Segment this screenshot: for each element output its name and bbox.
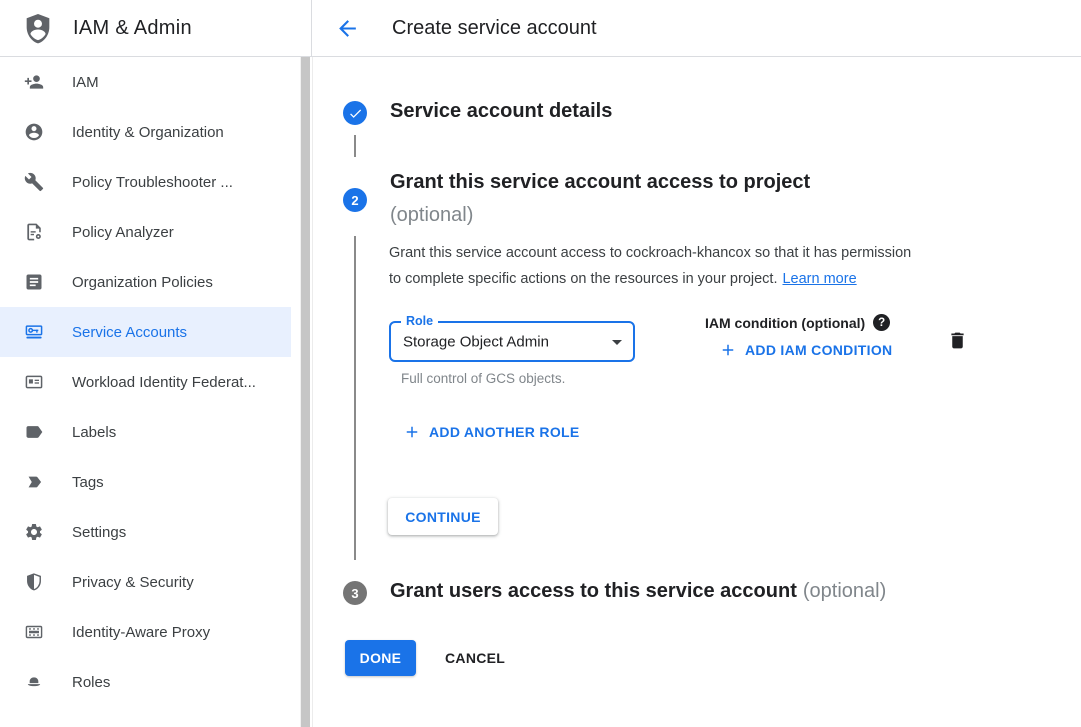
stepper-connector: [354, 135, 356, 157]
service-account-key-icon: [24, 322, 44, 342]
sidebar-item-workload-identity-federation[interactable]: Workload Identity Federat...: [0, 357, 291, 407]
trash-icon: [947, 329, 968, 352]
wrench-icon: [24, 172, 44, 192]
iam-shield-logo-icon: [22, 12, 54, 44]
iam-admin-console: IAM & Admin Create service account IAM I…: [0, 0, 1081, 727]
step3-indicator: 3: [343, 581, 367, 605]
plus-icon: [403, 423, 421, 441]
page-title: Create service account: [392, 0, 597, 56]
role-selected-value: Storage Object Admin: [403, 333, 549, 350]
label-icon: [24, 422, 44, 442]
iam-condition-label: IAM condition (optional): [705, 315, 865, 331]
person-add-icon: [24, 72, 44, 92]
app-header: IAM & Admin: [0, 0, 312, 56]
description-line2: to complete specific actions on the reso…: [389, 267, 989, 293]
sidebar-item-tags[interactable]: Tags: [0, 457, 291, 507]
role-select[interactable]: Role Storage Object Admin: [389, 321, 635, 362]
step2-number: 2: [351, 193, 358, 208]
delete-role-button[interactable]: [945, 327, 969, 353]
step1-indicator: [343, 101, 367, 125]
step2-optional-label: (optional): [390, 204, 473, 227]
sidebar-item-labels[interactable]: Labels: [0, 407, 291, 457]
iam-condition-header: IAM condition (optional) ?: [705, 314, 890, 331]
sidebar-nav: IAM Identity & Organization Policy Troub…: [0, 57, 291, 707]
content-divider: [312, 57, 313, 727]
sidebar-item-settings[interactable]: Settings: [0, 507, 291, 557]
account-circle-icon: [24, 122, 44, 142]
sidebar-item-policy-analyzer[interactable]: Policy Analyzer: [0, 207, 291, 257]
step2-indicator: 2: [343, 188, 367, 212]
article-icon: [24, 272, 44, 292]
role-helper-text: Full control of GCS objects.: [401, 371, 565, 386]
step2-title: Grant this service account access to pro…: [390, 171, 810, 194]
description-line1: Grant this service account access to coc…: [389, 241, 989, 267]
step3-number: 3: [351, 586, 358, 601]
sidebar-item-identity-organization[interactable]: Identity & Organization: [0, 107, 291, 157]
sidebar-item-organization-policies[interactable]: Organization Policies: [0, 257, 291, 307]
sidebar-item-service-accounts[interactable]: Service Accounts: [0, 307, 291, 357]
gear-icon: [24, 522, 44, 542]
done-button[interactable]: DONE: [345, 640, 416, 676]
tag-icon: [24, 472, 44, 492]
continue-button[interactable]: CONTINUE: [388, 498, 498, 535]
sidebar-scrollbar[interactable]: [300, 57, 310, 727]
shield-icon: [24, 572, 44, 592]
sidebar-item-iam[interactable]: IAM: [0, 57, 291, 107]
dropdown-arrow-icon: [605, 330, 629, 354]
back-arrow-icon: [335, 16, 360, 41]
proxy-icon: [24, 622, 44, 642]
check-icon: [348, 106, 363, 121]
learn-more-link[interactable]: Learn more: [782, 271, 856, 287]
sidebar-item-privacy-security[interactable]: Privacy & Security: [0, 557, 291, 607]
sidebar-item-roles[interactable]: Roles: [0, 657, 291, 707]
back-button[interactable]: [333, 14, 361, 42]
hat-icon: [24, 672, 44, 692]
role-field-label: Role: [401, 314, 438, 328]
help-icon[interactable]: ?: [873, 314, 890, 331]
sidebar-item-identity-aware-proxy[interactable]: Identity-Aware Proxy: [0, 607, 291, 657]
stepper-connector: [354, 236, 356, 560]
step2-description: Grant this service account access to coc…: [389, 241, 989, 292]
top-header: IAM & Admin Create service account: [0, 0, 1081, 57]
step1-title: Service account details: [390, 100, 612, 123]
add-iam-condition-button[interactable]: ADD IAM CONDITION: [719, 340, 892, 360]
plus-icon: [719, 341, 737, 359]
card-icon: [24, 372, 44, 392]
sidebar-item-policy-troubleshooter[interactable]: Policy Troubleshooter ...: [0, 157, 291, 207]
policy-analyzer-icon: [24, 222, 44, 242]
step3-optional-label: (optional): [803, 580, 886, 602]
add-another-role-button[interactable]: ADD ANOTHER ROLE: [403, 422, 580, 442]
cancel-button[interactable]: CANCEL: [429, 640, 521, 676]
app-title: IAM & Admin: [73, 17, 192, 40]
step3-title: Grant users access to this service accou…: [390, 580, 886, 603]
